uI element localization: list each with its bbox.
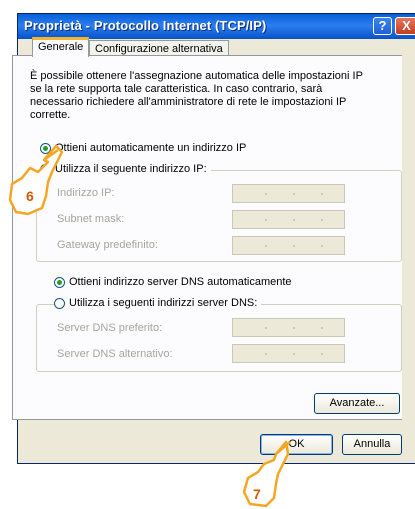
subnet-mask-field bbox=[232, 210, 345, 229]
window-title: Proprietà - Protocollo Internet (TCP/IP) bbox=[24, 18, 267, 33]
preferred-dns-label: Server DNS preferito: bbox=[57, 322, 163, 334]
close-button[interactable]: X bbox=[395, 17, 415, 35]
tab-label: Configurazione alternativa bbox=[95, 43, 223, 55]
callout-7-hand-icon bbox=[242, 440, 291, 508]
radio-button-icon[interactable] bbox=[54, 297, 65, 309]
radio-auto-ip[interactable]: Ottieni automaticamente un indirizzo IP bbox=[40, 142, 246, 154]
radio-auto-dns[interactable]: Ottieni indirizzo server DNS automaticam… bbox=[54, 276, 292, 288]
radio-button-icon[interactable] bbox=[54, 276, 65, 288]
tab-generale[interactable]: Generale bbox=[32, 37, 90, 57]
preferred-dns-field bbox=[232, 318, 345, 337]
callout-7-number: 7 bbox=[253, 486, 261, 502]
help-icon: ? bbox=[378, 18, 387, 33]
dns-group-box bbox=[36, 304, 402, 372]
gateway-field bbox=[232, 236, 345, 255]
radio-manual-dns-label: Utilizza i seguenti indirizzi server DNS… bbox=[69, 297, 258, 309]
advanced-button[interactable]: Avanzate... bbox=[314, 393, 400, 414]
radio-auto-ip-label: Ottieni automaticamente un indirizzo IP bbox=[55, 142, 247, 154]
cancel-button[interactable]: Annulla bbox=[342, 434, 402, 455]
radio-auto-dns-label: Ottieni indirizzo server DNS automaticam… bbox=[69, 276, 292, 288]
ip-address-field bbox=[232, 184, 345, 203]
close-icon: X bbox=[402, 18, 411, 33]
title-bar[interactable]: Proprietà - Protocollo Internet (TCP/IP)… bbox=[18, 14, 415, 39]
description-text: È possibile ottenere l'assegnazione auto… bbox=[30, 70, 363, 121]
radio-manual-ip-label: Utilizza il seguente indirizzo IP: bbox=[55, 163, 207, 175]
alternate-dns-label: Server DNS alternativo: bbox=[57, 348, 173, 360]
help-button[interactable]: ? bbox=[373, 17, 392, 35]
radio-manual-dns[interactable]: Utilizza i seguenti indirizzi server DNS… bbox=[54, 297, 262, 309]
callout-6-number: 6 bbox=[26, 188, 34, 204]
gateway-label: Gateway predefinito: bbox=[57, 239, 158, 251]
alternate-dns-field bbox=[232, 344, 345, 363]
tab-label: Generale bbox=[38, 41, 84, 53]
callout-6-hand-icon bbox=[8, 144, 64, 216]
